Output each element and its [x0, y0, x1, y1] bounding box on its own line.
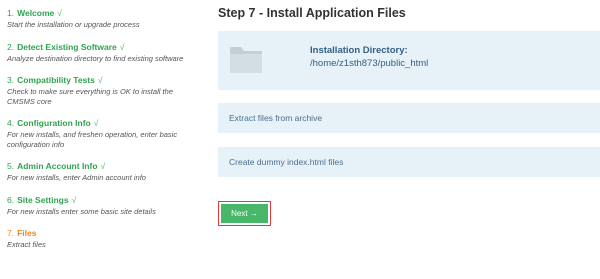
step-number: 5. [7, 161, 15, 171]
step-number: 3. [7, 75, 15, 85]
step-description: For new installs, enter Admin account in… [7, 173, 146, 182]
create-dummy-index-status: Create dummy index.html files [218, 147, 600, 177]
next-button[interactable]: Next → [221, 204, 268, 223]
step-label: Files [17, 228, 37, 238]
step-label: Site Settings [17, 194, 69, 205]
check-icon: √ [100, 161, 106, 171]
step-label: Admin Account Info [17, 161, 98, 171]
check-icon: √ [57, 8, 62, 18]
directory-path: /home/z1sth873/public_html [310, 58, 429, 69]
folder-icon [229, 42, 263, 76]
check-icon: √ [93, 118, 99, 128]
installer-page: 1. Welcome √ Start the installation or upg… [0, 0, 600, 279]
step-description: Start the installation or upgrade proces… [7, 20, 140, 29]
step-number: 4. [7, 118, 15, 128]
step-number: 7. [7, 228, 15, 238]
step-description: For new installs, and freshen operation,… [7, 130, 178, 149]
check-icon: √ [97, 75, 103, 85]
step-files-current: 7. Files Extract files [7, 228, 187, 250]
step-number: 1. [7, 8, 15, 18]
installation-directory-panel: Installation Directory: /home/z1sth873/p… [218, 31, 600, 90]
step-description: Extract files [7, 240, 46, 249]
step-number: 6. [7, 194, 15, 205]
step-admin-account-info: 5. Admin Account Info √ For new installs, … [7, 161, 187, 183]
step-configuration-info: 4. Configuration Info √ For new installs, … [7, 118, 187, 149]
directory-label: Installation Directory: [310, 45, 408, 56]
page-title: Step 7 - Install Application Files [218, 6, 406, 20]
step-label: Welcome [17, 8, 55, 18]
step-label: Detect Existing Software [17, 41, 117, 52]
step-description: Check to make sure everything is OK to i… [7, 87, 173, 106]
step-site-settings: 6. Site Settings √ For new installs enter … [7, 195, 187, 217]
step-label: Compatibility Tests [17, 75, 95, 85]
step-detect-existing-software: 2. Detect Existing Software √ Analyze dest… [7, 42, 187, 64]
next-button-highlight: Next → [218, 201, 271, 226]
extract-files-status: Extract files from archive [218, 103, 600, 133]
step-welcome: 1. Welcome √ Start the installation or upg… [7, 8, 187, 30]
steps-sidebar: 1. Welcome √ Start the installation or upg… [7, 8, 187, 262]
check-icon: √ [119, 41, 125, 52]
step-number: 2. [7, 41, 15, 52]
check-icon: √ [71, 194, 77, 205]
step-label: Configuration Info [17, 118, 91, 128]
step-description: Analyze destination directory to find ex… [7, 53, 184, 63]
step-compatibility-tests: 3. Compatibility Tests √ Check to make sur… [7, 75, 187, 106]
step-description: For new installs enter some basic site d… [7, 206, 156, 216]
